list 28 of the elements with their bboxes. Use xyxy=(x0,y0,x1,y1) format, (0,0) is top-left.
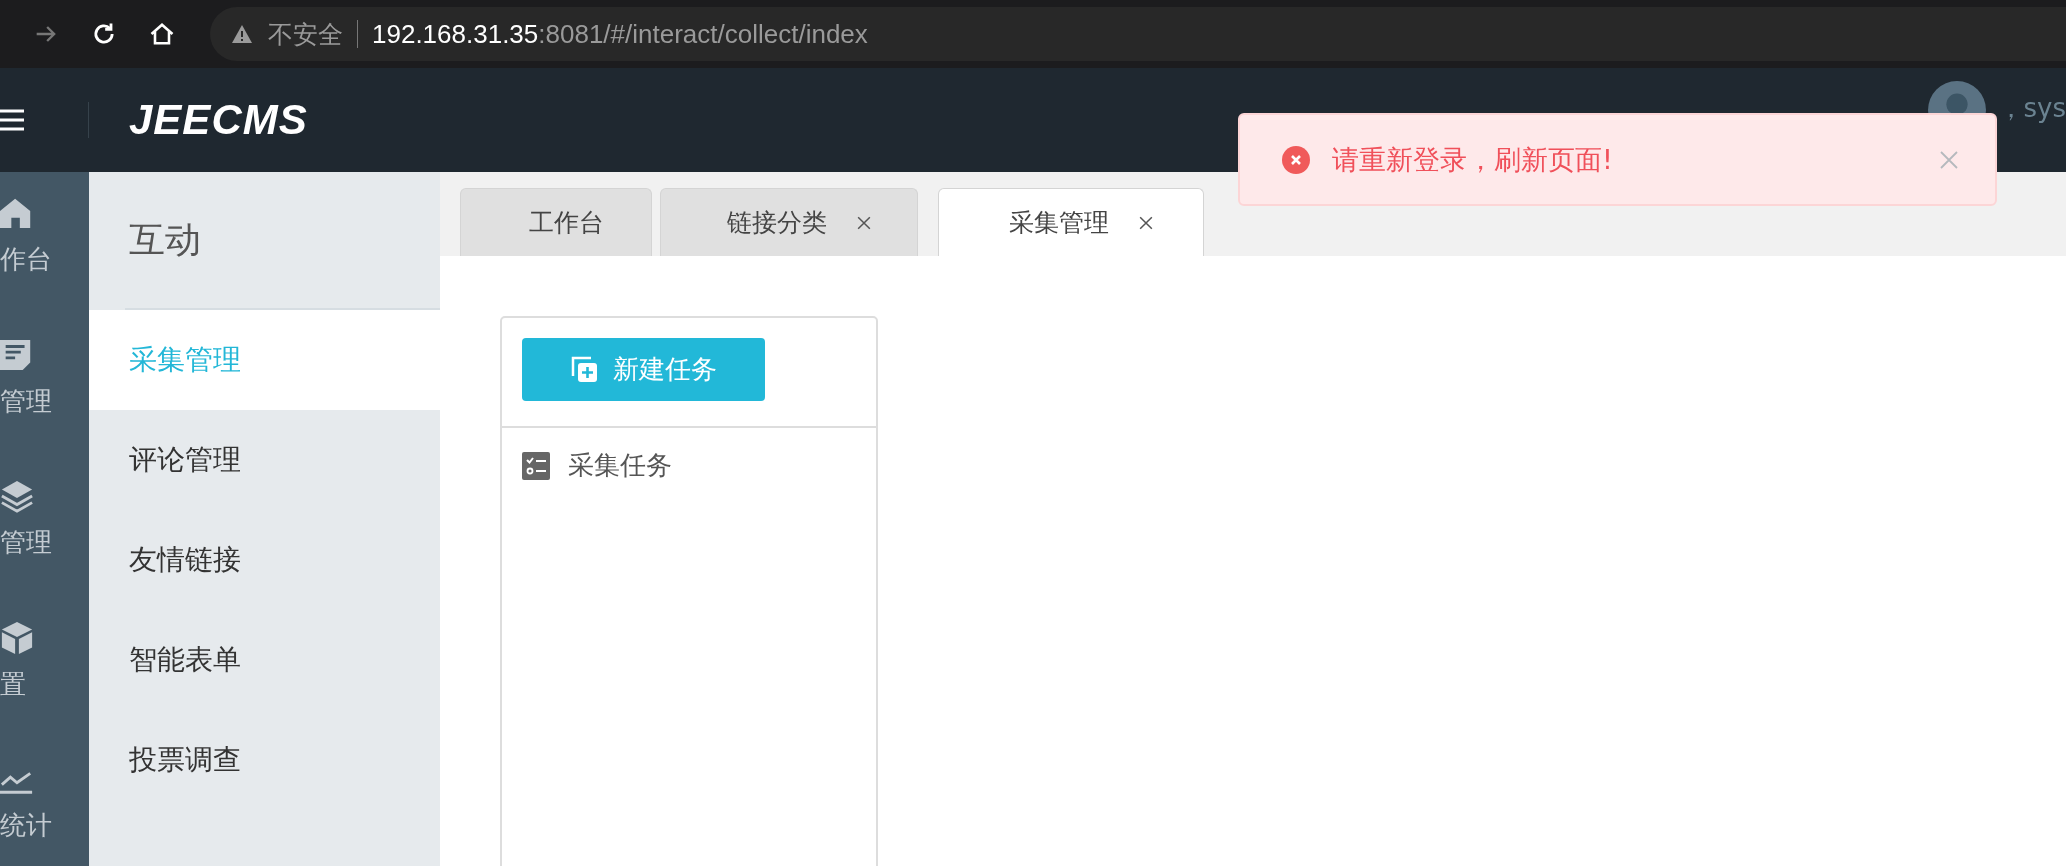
submenu-item[interactable]: 评论管理 xyxy=(89,410,440,510)
submenu-item[interactable]: 投票调查 xyxy=(89,710,440,810)
checklist-icon xyxy=(522,451,550,480)
submenu-item[interactable]: 友情链接 xyxy=(89,510,440,610)
cube-icon[interactable] xyxy=(0,620,34,655)
submenu-item[interactable]: 智能表单 xyxy=(89,610,440,710)
tab[interactable]: 链接分类 xyxy=(660,188,918,256)
toast-message: 请重新登录，刷新页面! xyxy=(1332,142,1614,177)
tab[interactable]: 采集管理 xyxy=(938,188,1204,256)
close-icon[interactable] xyxy=(857,215,871,230)
nav-label[interactable]: 管理 xyxy=(0,525,52,561)
task-item[interactable]: 采集任务 xyxy=(568,448,672,483)
url-text: 192.168.31.35:8081/#/interact/collect/index xyxy=(372,18,868,50)
nav-label[interactable]: 统计 xyxy=(0,808,52,844)
error-icon xyxy=(1282,145,1310,174)
nav-label[interactable]: 置 xyxy=(0,666,26,702)
logo: JEECMS xyxy=(129,96,308,144)
address-bar[interactable]: 不安全 192.168.31.35:8081/#/interact/collect/index xyxy=(210,7,2066,61)
security-label: 不安全 xyxy=(268,18,343,51)
add-copy-icon xyxy=(570,355,599,384)
tab[interactable]: 工作台 xyxy=(460,188,652,256)
nav-label[interactable]: 作台 xyxy=(0,242,52,277)
user-greeting[interactable]: ，sys xyxy=(1997,90,2066,126)
home-icon[interactable] xyxy=(148,20,176,48)
close-icon[interactable] xyxy=(1139,215,1153,230)
layers-icon[interactable] xyxy=(0,479,34,514)
nav-label[interactable]: 管理 xyxy=(0,383,52,419)
section-title: 互动 xyxy=(128,217,202,262)
